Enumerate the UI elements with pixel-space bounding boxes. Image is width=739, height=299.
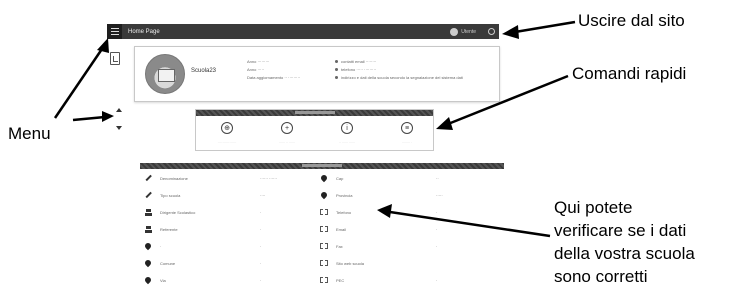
- annotation-menu: Menu: [8, 124, 51, 143]
- annotation-commands: Comandi rapidi: [572, 64, 687, 83]
- annotation-line: sono corretti: [554, 267, 648, 286]
- annotation-data: Qui potete verificare se i dati della vo…: [554, 196, 695, 288]
- annotation-line: verificare se i dati: [554, 221, 687, 240]
- annotation-exit: Uscire dal sito: [578, 11, 685, 30]
- annotation-line: Qui potete: [554, 198, 633, 217]
- annotation-line: della vostra scuola: [554, 244, 695, 263]
